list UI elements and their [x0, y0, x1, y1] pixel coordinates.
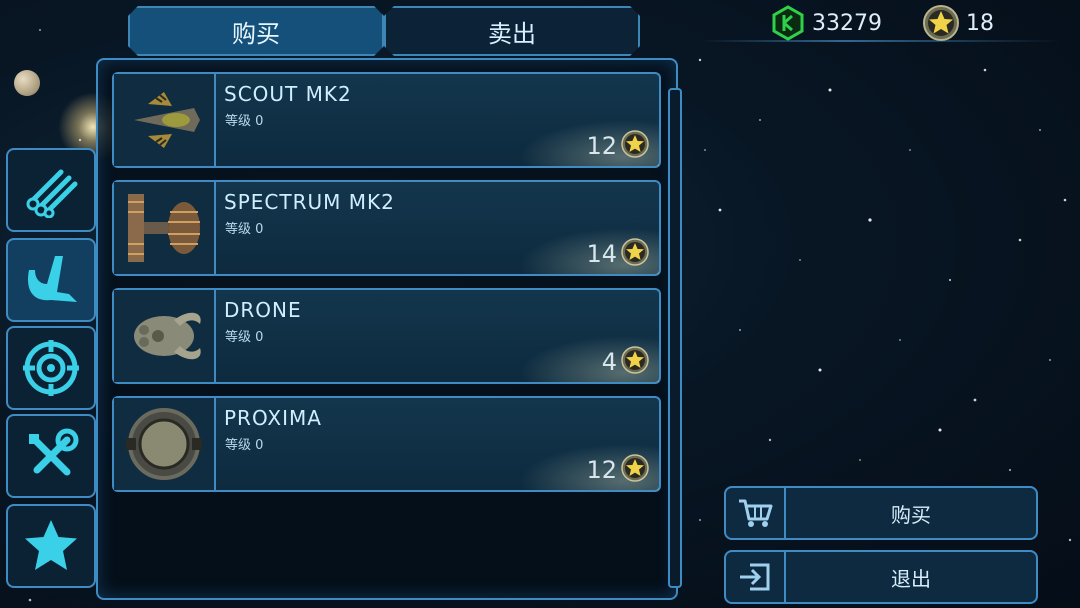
stars-display: 18	[922, 4, 994, 42]
tab-sell[interactable]: 卖出	[384, 6, 640, 56]
item-level: 等级 0	[225, 330, 264, 345]
item-thumbnail	[114, 182, 216, 274]
item-price: 12	[586, 132, 617, 160]
tools-icon	[29, 428, 79, 476]
credits-display: 33279	[770, 4, 882, 42]
exit-button-label: 退出	[891, 566, 931, 591]
list-item-drone[interactable]: DRONE 等级 0 4	[112, 288, 661, 384]
target-icon	[23, 340, 79, 396]
credits-value: 33279	[812, 10, 882, 36]
list-item-scout-mk2[interactable]: SCOUT MK2 等级 0 12	[112, 72, 661, 168]
drone-ship-icon	[134, 312, 201, 360]
star-coin-icon	[621, 346, 649, 374]
stars-value: 18	[966, 10, 994, 36]
list-scrollbar[interactable]	[668, 88, 682, 588]
item-name: SCOUT MK2	[224, 82, 352, 106]
item-level: 等级 0	[225, 114, 264, 129]
sidebar-item-favorites[interactable]	[6, 504, 96, 588]
buy-button[interactable]: 购买	[724, 486, 1038, 540]
sidebar-item-components[interactable]	[6, 148, 96, 232]
buy-button-label: 购买	[891, 502, 931, 527]
star-coin-icon	[621, 454, 649, 482]
pipes-icon	[26, 169, 78, 218]
item-level: 等级 0	[225, 222, 264, 237]
ship-hull-icon	[27, 256, 77, 302]
item-name: SPECTRUM MK2	[224, 190, 395, 214]
exit-icon-box	[726, 552, 786, 602]
moon-planet	[14, 70, 40, 96]
item-price: 12	[586, 456, 617, 484]
star-coin-icon	[621, 238, 649, 266]
star-coin-icon	[923, 5, 959, 41]
item-price: 14	[586, 240, 617, 268]
exit-button[interactable]: 退出	[724, 550, 1038, 604]
item-name: DRONE	[224, 298, 302, 322]
sidebar-item-upgrades[interactable]	[6, 414, 96, 498]
tab-buy[interactable]: 购买	[128, 6, 384, 56]
spectrum-ship-icon	[128, 194, 200, 262]
cart-icon-box	[726, 488, 786, 538]
credits-icon	[772, 5, 804, 41]
proxima-ship-icon	[126, 408, 202, 480]
scout-ship-icon	[134, 92, 200, 148]
item-thumbnail	[114, 398, 216, 490]
exit-icon	[740, 563, 770, 591]
star-coin-icon	[621, 130, 649, 158]
star-icon	[25, 520, 77, 570]
item-thumbnail	[114, 74, 216, 166]
list-item-proxima[interactable]: PROXIMA 等级 0 12	[112, 396, 661, 492]
sidebar-item-ships[interactable]	[6, 238, 96, 322]
item-name: PROXIMA	[224, 406, 322, 430]
hud-divider	[700, 40, 1060, 42]
shop-tabs: 购买 卖出	[128, 6, 640, 56]
item-level: 等级 0	[225, 438, 264, 453]
cart-icon	[739, 499, 773, 527]
list-item-spectrum-mk2[interactable]: SPECTRUM MK2 等级 0 14	[112, 180, 661, 276]
sidebar-item-weapons[interactable]	[6, 326, 96, 410]
item-thumbnail	[114, 290, 216, 382]
item-price: 4	[601, 348, 617, 376]
